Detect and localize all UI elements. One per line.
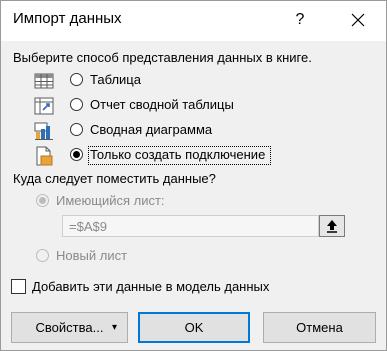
- range-select-button[interactable]: [319, 215, 345, 237]
- option-connection-only-label[interactable]: Только создать подключение: [90, 147, 265, 162]
- cell-reference-input[interactable]: =$A$9: [62, 215, 319, 237]
- import-data-dialog: Импорт данных ? Выберите способ представ…: [0, 0, 387, 351]
- close-icon: [351, 13, 365, 27]
- radio-connection-only[interactable]: [70, 148, 83, 161]
- collapse-dialog-icon: [327, 220, 337, 233]
- pivot-table-icon: [34, 97, 54, 115]
- radio-new-sheet[interactable]: [36, 249, 49, 262]
- properties-button[interactable]: Свойства... ▾: [11, 312, 128, 343]
- option-pivot-table-label[interactable]: Отчет сводной таблицы: [90, 97, 234, 112]
- chevron-down-icon: ▾: [112, 322, 118, 333]
- close-button[interactable]: [345, 7, 371, 33]
- destination-prompt: Куда следует поместить данные?: [13, 171, 216, 186]
- table-icon: [34, 73, 54, 89]
- radio-existing-sheet[interactable]: [36, 194, 49, 207]
- new-sheet-label[interactable]: Новый лист: [56, 248, 127, 263]
- option-pivot-chart-label[interactable]: Сводная диаграмма: [90, 122, 212, 137]
- data-model-label[interactable]: Добавить эти данные в модель данных: [32, 279, 269, 294]
- view-prompt: Выберите способ представления данных в к…: [13, 50, 312, 65]
- title-bar: Импорт данных ?: [1, 1, 386, 41]
- properties-button-label: Свойства...: [35, 320, 104, 335]
- ok-button[interactable]: OK: [138, 312, 250, 343]
- connection-only-icon: [36, 146, 53, 166]
- radio-pivot-table[interactable]: [70, 98, 83, 111]
- radio-pivot-chart[interactable]: [70, 123, 83, 136]
- data-model-checkbox[interactable]: [11, 279, 26, 294]
- existing-sheet-label[interactable]: Имеющийся лист:: [56, 193, 165, 208]
- help-button[interactable]: ?: [287, 7, 313, 33]
- cancel-button[interactable]: Отмена: [263, 312, 376, 343]
- dialog-title: Импорт данных: [13, 10, 122, 27]
- cell-reference-value: =$A$9: [69, 219, 107, 234]
- radio-table[interactable]: [70, 73, 83, 86]
- pivot-chart-icon: [34, 122, 53, 140]
- option-table-label[interactable]: Таблица: [90, 72, 141, 87]
